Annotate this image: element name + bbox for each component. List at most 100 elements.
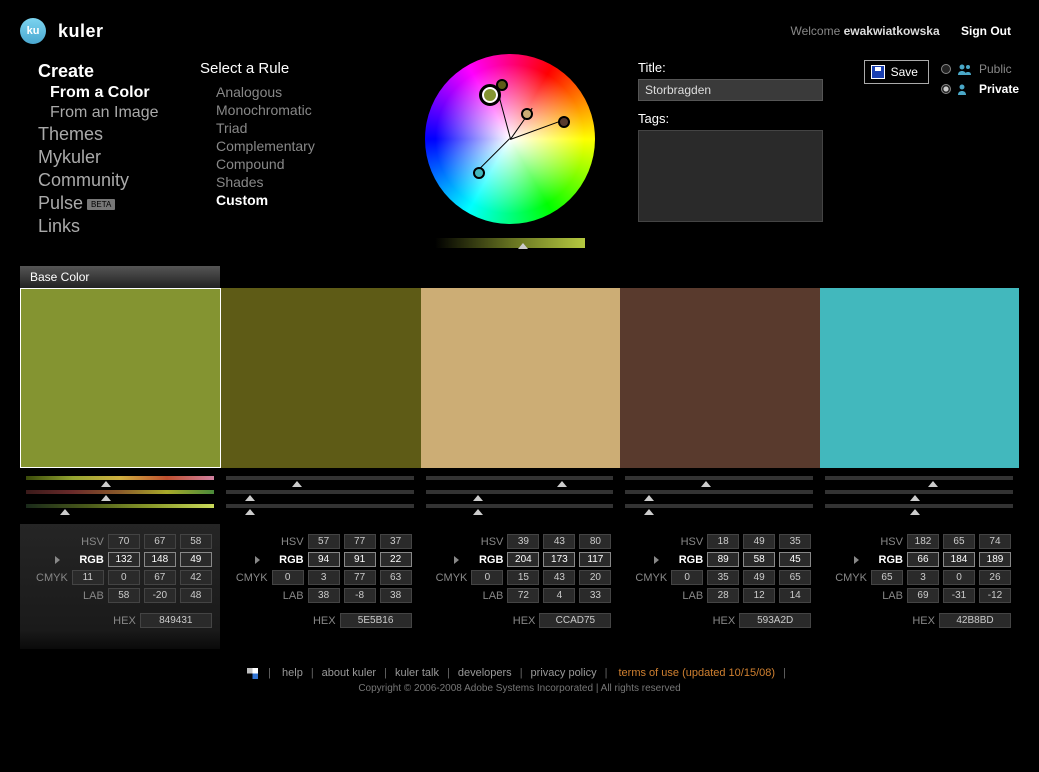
val-HSV[interactable]: 37 [380, 534, 412, 549]
val-RGB[interactable]: 94 [308, 552, 340, 567]
val-RGB[interactable]: 132 [108, 552, 140, 567]
slider-0-1[interactable] [26, 490, 214, 494]
val-CMYK[interactable]: 0 [671, 570, 703, 585]
nav-community[interactable]: Community [20, 169, 200, 192]
val-LAB[interactable]: 72 [507, 588, 539, 603]
val-CMYK[interactable]: 65 [871, 570, 903, 585]
val-RGB[interactable]: 66 [907, 552, 939, 567]
val-RGB[interactable]: 89 [707, 552, 739, 567]
val-RGB[interactable]: 58 [743, 552, 775, 567]
nav-from-an-image[interactable]: From an Image [20, 103, 200, 123]
rule-analogous[interactable]: Analogous [200, 83, 400, 101]
wheel-dot[interactable] [496, 79, 508, 91]
val-HSV[interactable]: 65 [943, 534, 975, 549]
tags-input[interactable] [638, 130, 823, 222]
val-HSV[interactable]: 67 [144, 534, 176, 549]
val-LAB[interactable]: 38 [308, 588, 340, 603]
val-RGB[interactable]: 184 [943, 552, 975, 567]
val-CMYK[interactable]: 26 [979, 570, 1011, 585]
swatch-0[interactable] [20, 288, 221, 468]
val-hex[interactable]: 593A2D [739, 613, 811, 628]
val-LAB[interactable]: -8 [344, 588, 376, 603]
val-CMYK[interactable]: 3 [308, 570, 340, 585]
slider-1-1[interactable] [226, 490, 414, 494]
rule-monochromatic[interactable]: Monochromatic [200, 101, 400, 119]
val-LAB[interactable]: -31 [943, 588, 975, 603]
val-CMYK[interactable]: 65 [779, 570, 811, 585]
sign-out-link[interactable]: Sign Out [961, 24, 1011, 38]
wheel-dot[interactable] [558, 116, 570, 128]
val-CMYK[interactable]: 35 [707, 570, 739, 585]
slider-2-0[interactable] [426, 476, 614, 480]
footer-link-kuler-talk[interactable]: kuler talk [395, 667, 439, 679]
val-LAB[interactable]: 48 [180, 588, 212, 603]
val-HSV[interactable]: 80 [579, 534, 611, 549]
val-HSV[interactable]: 77 [344, 534, 376, 549]
footer-link-help[interactable]: help [282, 667, 303, 679]
val-HSV[interactable]: 18 [707, 534, 739, 549]
nav-from-a-color[interactable]: From a Color [20, 83, 200, 103]
val-RGB[interactable]: 49 [180, 552, 212, 567]
title-input[interactable] [638, 79, 823, 101]
wheel-dot[interactable] [521, 108, 533, 120]
save-button[interactable]: Save [864, 60, 929, 84]
val-LAB[interactable]: 4 [543, 588, 575, 603]
val-CMYK[interactable]: 20 [579, 570, 611, 585]
val-CMYK[interactable]: 49 [743, 570, 775, 585]
val-LAB[interactable]: 33 [579, 588, 611, 603]
val-RGB[interactable]: 189 [979, 552, 1011, 567]
rule-compound[interactable]: Compound [200, 155, 400, 173]
val-HSV[interactable]: 58 [180, 534, 212, 549]
val-RGB[interactable]: 173 [543, 552, 575, 567]
rule-triad[interactable]: Triad [200, 119, 400, 137]
slider-0-0[interactable] [26, 476, 214, 480]
val-HSV[interactable]: 43 [543, 534, 575, 549]
val-CMYK[interactable]: 63 [380, 570, 412, 585]
nav-pulse[interactable]: PulseBETA [20, 192, 200, 215]
slider-3-1[interactable] [625, 490, 813, 494]
val-CMYK[interactable]: 43 [543, 570, 575, 585]
val-LAB[interactable]: 12 [743, 588, 775, 603]
val-CMYK[interactable]: 67 [144, 570, 176, 585]
val-RGB[interactable]: 117 [579, 552, 611, 567]
val-HSV[interactable]: 70 [108, 534, 140, 549]
val-LAB[interactable]: 58 [108, 588, 140, 603]
swatch-2[interactable] [421, 288, 620, 468]
val-CMYK[interactable]: 0 [108, 570, 140, 585]
val-LAB[interactable]: 38 [380, 588, 412, 603]
val-CMYK[interactable]: 11 [72, 570, 104, 585]
val-CMYK[interactable]: 42 [180, 570, 212, 585]
slider-2-1[interactable] [426, 490, 614, 494]
brightness-slider[interactable] [435, 238, 585, 248]
swatch-3[interactable] [620, 288, 819, 468]
delicious-icon[interactable] [247, 668, 258, 679]
val-LAB[interactable]: 14 [779, 588, 811, 603]
val-LAB[interactable]: 69 [907, 588, 939, 603]
val-LAB[interactable]: 28 [707, 588, 739, 603]
val-HSV[interactable]: 74 [979, 534, 1011, 549]
slider-3-0[interactable] [625, 476, 813, 480]
val-CMYK[interactable]: 3 [907, 570, 939, 585]
val-RGB[interactable]: 22 [380, 552, 412, 567]
slider-1-2[interactable] [226, 504, 414, 508]
color-wheel[interactable] [425, 54, 595, 224]
val-HSV[interactable]: 49 [743, 534, 775, 549]
swatch-4[interactable] [820, 288, 1019, 468]
slider-4-0[interactable] [825, 476, 1013, 480]
slider-0-2[interactable] [26, 504, 214, 508]
nav-links[interactable]: Links [20, 215, 200, 238]
val-hex[interactable]: 5E5B16 [340, 613, 412, 628]
val-HSV[interactable]: 39 [507, 534, 539, 549]
play-icon[interactable] [854, 556, 859, 564]
val-hex[interactable]: CCAD75 [539, 613, 611, 628]
slider-4-1[interactable] [825, 490, 1013, 494]
play-icon[interactable] [55, 556, 60, 564]
val-RGB[interactable]: 204 [507, 552, 539, 567]
slider-4-2[interactable] [825, 504, 1013, 508]
val-CMYK[interactable]: 0 [471, 570, 503, 585]
rule-complementary[interactable]: Complementary [200, 137, 400, 155]
wheel-dot[interactable] [473, 167, 485, 179]
val-HSV[interactable]: 57 [308, 534, 340, 549]
val-hex[interactable]: 849431 [140, 613, 212, 628]
footer-link-developers[interactable]: developers [458, 667, 512, 679]
